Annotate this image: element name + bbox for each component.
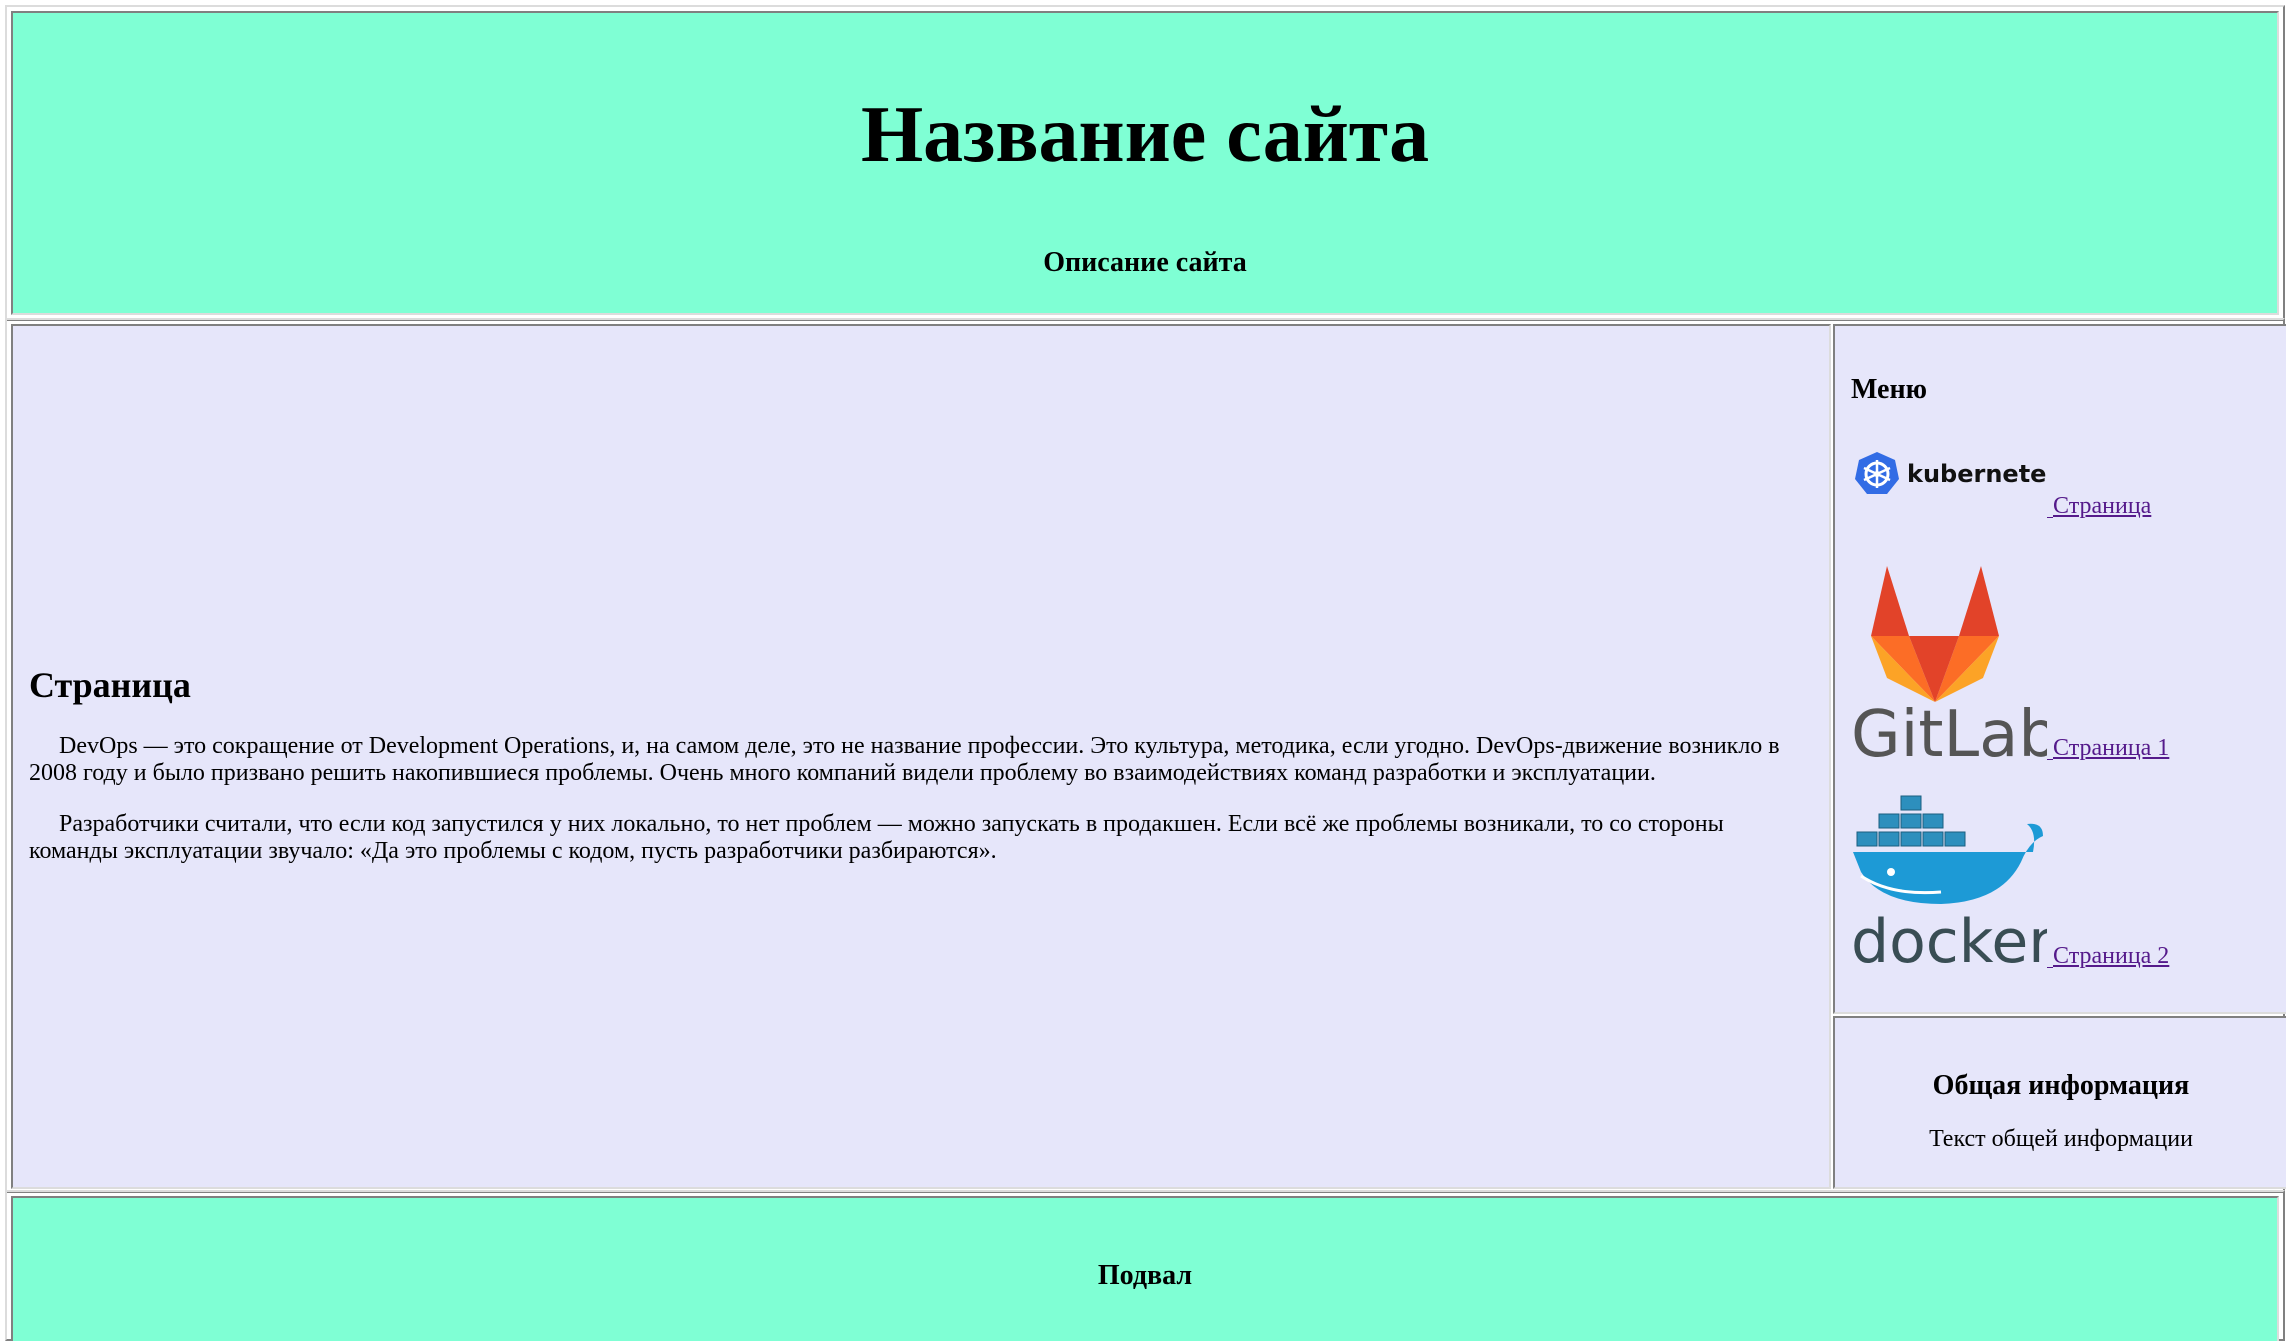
paragraph: DevOps — это сокращение от Development O…	[29, 733, 1780, 787]
svg-text:kubernetes: kubernetes	[1907, 460, 2047, 488]
menu-link-page-2[interactable]: Страница 2	[2053, 944, 2169, 970]
header-table: Название сайта Описание сайта	[5, 5, 2285, 321]
svg-text:docker: docker	[1851, 907, 2047, 970]
kubernetes-logo-icon[interactable]: kubernetes	[1851, 444, 2047, 520]
info-text: Текст общей информации	[1929, 1126, 2193, 1152]
docker-logo-icon[interactable]: docker	[1851, 792, 2047, 970]
gitlab-logo-icon[interactable]: GitLab	[1851, 562, 2047, 762]
paragraph: Разработчики считали, что если код запус…	[29, 811, 1724, 865]
page-heading: Страница	[29, 665, 191, 705]
site-description: Описание сайта	[1043, 247, 1247, 278]
footer-cell: Подвал	[11, 1196, 2279, 1341]
svg-text:GitLab: GitLab	[1851, 698, 2047, 762]
menu-link-page[interactable]: Страница	[2053, 494, 2151, 520]
menu-item-kubernetes[interactable]: kubernetes Страница	[1851, 444, 2151, 520]
main-content: Страница DevOps — это сокращение от Deve…	[29, 664, 1799, 889]
footer-text: Подвал	[1097, 1260, 1193, 1291]
info-cell: Общая информация Текст общей информации	[1833, 1016, 2286, 1189]
header-cell: Название сайта Описание сайта	[11, 11, 2279, 315]
site-title: Название сайта	[860, 91, 1430, 179]
body-table: Страница DevOps — это сокращение от Deve…	[5, 318, 2286, 1193]
menu-cell: Меню kubernetes Страница GitLab Страница…	[1833, 324, 2286, 1014]
menu-item-gitlab[interactable]: GitLab Страница 1	[1851, 562, 2169, 762]
menu-item-docker[interactable]: docker Страница 2	[1851, 792, 2169, 970]
info-heading: Общая информация	[1932, 1070, 2190, 1101]
page: Название сайта Описание сайта Страница D…	[0, 0, 2286, 1341]
main-content-cell: Страница DevOps — это сокращение от Deve…	[11, 324, 1831, 1189]
menu-link-page-1[interactable]: Страница 1	[2053, 736, 2169, 762]
footer-table: Подвал	[5, 1190, 2285, 1341]
menu-heading: Меню	[1851, 374, 1928, 405]
